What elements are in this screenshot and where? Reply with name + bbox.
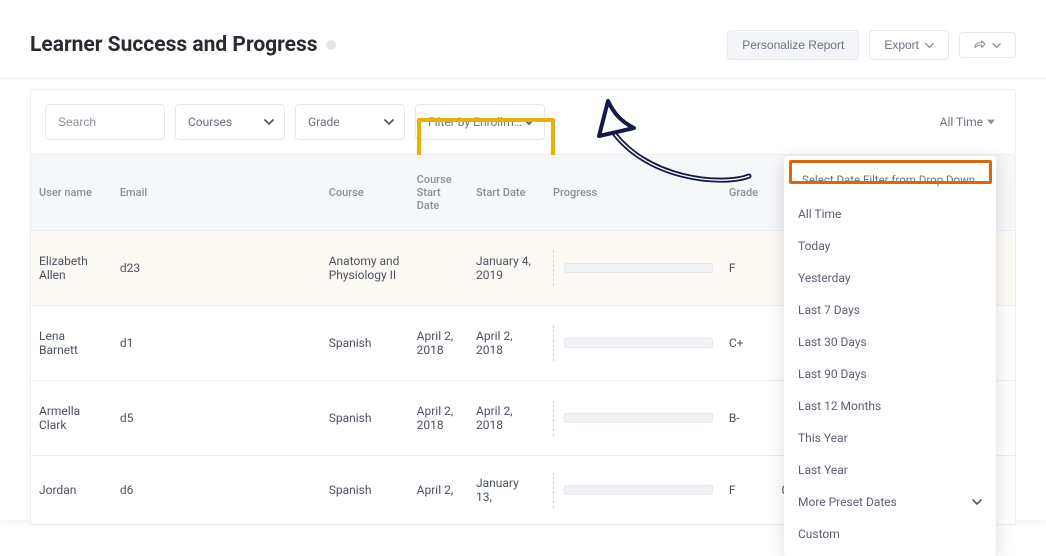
date-filter-note: Select Date Filter from Drop Down	[792, 166, 988, 194]
dd-more-label: More Preset Dates	[798, 495, 897, 509]
progress-bar	[564, 485, 713, 495]
top-actions: Personalize Report Export	[727, 30, 1016, 60]
cell-course: Spanish	[321, 306, 409, 381]
th-start[interactable]: Start Date	[468, 155, 545, 231]
cell-progress	[545, 306, 721, 381]
cell-user: Elizabeth Allen	[31, 231, 112, 306]
filterbar: Courses Grade Filter by Enrollm… All Tim…	[30, 89, 1016, 155]
cell-email: d5	[112, 381, 321, 456]
cell-email: d23	[112, 231, 321, 306]
titlebar: Learner Success and Progress Personalize…	[0, 0, 1046, 79]
cell-user: Jordan	[31, 456, 112, 525]
personalize-report-button[interactable]: Personalize Report	[727, 30, 859, 60]
chevron-down-icon	[384, 117, 394, 127]
chevron-down-icon	[992, 41, 1001, 50]
cell-start: April 2, 2018	[468, 381, 545, 456]
cell-grade: F	[721, 456, 774, 525]
cell-progress	[545, 456, 721, 525]
courses-dropdown[interactable]: Courses	[175, 104, 285, 140]
cell-course-start: April 2,	[409, 456, 468, 525]
cell-start: January 13,	[468, 456, 545, 525]
cell-grade: B-	[721, 381, 774, 456]
grade-label: Grade	[308, 115, 340, 129]
courses-label: Courses	[188, 115, 232, 129]
progress-bar	[564, 263, 713, 273]
cell-grade: C+	[721, 306, 774, 381]
chevron-down-icon	[925, 41, 934, 50]
all-time-dropdown[interactable]: All Time	[940, 115, 1001, 129]
cell-email: d6	[112, 456, 321, 525]
cell-course-start: April 2, 2018	[409, 381, 468, 456]
divider-icon	[553, 472, 554, 508]
th-progress[interactable]: Progress	[545, 155, 721, 231]
progress-bar	[564, 338, 713, 348]
page-title: Learner Success and Progress	[30, 33, 318, 57]
export-button[interactable]: Export	[869, 30, 949, 60]
search-input[interactable]	[58, 115, 152, 129]
dd-item-more-preset-dates[interactable]: More Preset Dates	[784, 486, 996, 518]
caret-down-icon	[987, 118, 995, 126]
th-grade[interactable]: Grade	[721, 155, 774, 231]
cell-progress	[545, 381, 721, 456]
dd-item-custom[interactable]: Custom	[784, 518, 996, 550]
cell-course: Spanish	[321, 456, 409, 525]
dd-item-last-year[interactable]: Last Year	[784, 454, 996, 486]
cell-start: April 2, 2018	[468, 306, 545, 381]
info-dot-icon	[326, 40, 336, 50]
th-user[interactable]: User name	[31, 155, 112, 231]
chevron-down-icon	[264, 117, 274, 127]
dd-item-last-30-days[interactable]: Last 30 Days	[784, 326, 996, 358]
th-course-start[interactable]: Course Start Date	[409, 155, 468, 231]
divider-icon	[553, 250, 554, 286]
divider-icon	[553, 400, 554, 436]
personalize-label: Personalize Report	[742, 38, 844, 52]
cell-start: January 4, 2019	[468, 231, 545, 306]
filter-by-enrollment-label: Filter by Enrollm…	[428, 115, 522, 129]
th-email[interactable]: Email	[112, 155, 321, 231]
dd-item-last-12-months[interactable]: Last 12 Months	[784, 390, 996, 422]
cell-user: Lena Barnett	[31, 306, 112, 381]
cell-grade: F	[721, 231, 774, 306]
filter-by-enrollment-dropdown[interactable]: Filter by Enrollm…	[415, 104, 545, 140]
date-filter-dropdown: Select Date Filter from Drop Down All Ti…	[784, 156, 996, 556]
cell-course-start	[409, 231, 468, 306]
export-label: Export	[884, 38, 919, 52]
progress-bar	[564, 413, 713, 423]
dd-item-last-7-days[interactable]: Last 7 Days	[784, 294, 996, 326]
divider-icon	[553, 325, 554, 361]
cell-course: Anatomy and Physiology II	[321, 231, 409, 306]
chevron-down-icon	[972, 497, 982, 507]
dd-item-today[interactable]: Today	[784, 230, 996, 262]
share-arrow-icon	[974, 40, 986, 50]
share-button[interactable]	[959, 32, 1016, 58]
cell-course: Spanish	[321, 381, 409, 456]
chevron-down-icon	[524, 117, 534, 127]
cell-user: Armella Clark	[31, 381, 112, 456]
dd-item-last-90-days[interactable]: Last 90 Days	[784, 358, 996, 390]
dd-item-this-year[interactable]: This Year	[784, 422, 996, 454]
th-course[interactable]: Course	[321, 155, 409, 231]
grade-dropdown[interactable]: Grade	[295, 104, 405, 140]
cell-email: d1	[112, 306, 321, 381]
cell-course-start: April 2, 2018	[409, 306, 468, 381]
all-time-label: All Time	[940, 115, 983, 129]
dd-item-all-time[interactable]: All Time	[784, 198, 996, 230]
search-input-wrap	[45, 104, 165, 140]
dd-item-yesterday[interactable]: Yesterday	[784, 262, 996, 294]
cell-progress	[545, 231, 721, 306]
